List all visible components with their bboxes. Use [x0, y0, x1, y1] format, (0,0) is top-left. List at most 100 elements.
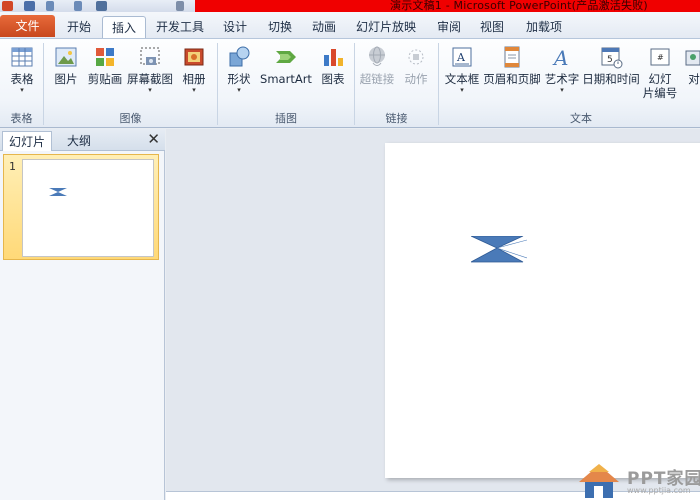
- tab-design[interactable]: 设计: [214, 16, 256, 38]
- slide-editor: [166, 129, 700, 491]
- clipart-button[interactable]: 剪贴画: [86, 43, 124, 86]
- group-label-images: 图像: [119, 112, 142, 125]
- ribbon-tabs: 文件 开始 插入 开发工具 设计 切换 动画 幻灯片放映 审阅 视图 加载项: [0, 12, 700, 38]
- dropdown-arrow-icon: ▾: [237, 86, 241, 94]
- object-icon: [682, 45, 700, 69]
- action-button[interactable]: 动作: [399, 43, 433, 86]
- tab-slides[interactable]: 幻灯片: [2, 131, 52, 151]
- qat-more-icon[interactable]: [176, 1, 184, 11]
- svg-text:5: 5: [607, 55, 613, 65]
- slide-number: 1: [9, 160, 16, 173]
- calendar-icon: 5: [599, 45, 623, 69]
- hyperlink-icon: [365, 45, 389, 69]
- tab-animations[interactable]: 动画: [303, 16, 345, 38]
- picture-icon: [54, 45, 78, 69]
- dropdown-arrow-icon: ▾: [148, 86, 152, 94]
- clipart-icon: [93, 45, 117, 69]
- shapes-icon: [227, 45, 251, 69]
- table-button[interactable]: 表格 ▾: [4, 43, 40, 95]
- hyperlink-label: 超链接: [359, 72, 395, 86]
- watermark-url: www.pptjia.com: [627, 486, 691, 495]
- header-footer-icon: [500, 45, 524, 69]
- wordart-label: 艺术字: [544, 72, 580, 86]
- object-label: 对: [688, 72, 700, 86]
- smartart-icon: [274, 45, 298, 69]
- dropdown-arrow-icon: ▾: [192, 86, 196, 94]
- tab-addins[interactable]: 加载项: [517, 16, 571, 38]
- textbox-icon: A: [450, 45, 474, 69]
- app-icon[interactable]: [2, 1, 13, 11]
- undo-icon[interactable]: [46, 1, 54, 11]
- slide-thumbnail-selected[interactable]: 1: [3, 154, 159, 260]
- group-label-text: 文本: [570, 112, 592, 125]
- tab-view[interactable]: 视图: [471, 16, 513, 38]
- svg-text:#: #: [657, 53, 664, 62]
- header-footer-button[interactable]: 页眉和页脚: [483, 43, 541, 86]
- close-icon[interactable]: ✕: [147, 130, 160, 148]
- slide-number-icon: #: [648, 45, 672, 69]
- shapes-label: 形状: [227, 72, 251, 86]
- panel-tabs: 幻灯片 大纲 ✕: [0, 129, 165, 151]
- watermark-logo: PPT家园 www.pptjia.com: [575, 462, 700, 500]
- print-icon[interactable]: [96, 1, 107, 11]
- quick-access-toolbar: [0, 0, 195, 12]
- screenshot-icon: [138, 45, 162, 69]
- redo-icon[interactable]: [74, 1, 82, 11]
- datetime-label: 日期和时间: [582, 72, 640, 86]
- group-label-illustrations: 插图: [275, 112, 297, 125]
- thumbnail-bowtie-shape: [49, 188, 67, 196]
- textbox-button[interactable]: A 文本框 ▾: [442, 43, 482, 95]
- tab-transitions[interactable]: 切换: [258, 16, 302, 38]
- screenshot-button[interactable]: 屏幕截图 ▾: [125, 43, 175, 95]
- slide-number-button[interactable]: # 幻灯 片编号: [641, 43, 679, 100]
- slide-canvas[interactable]: [385, 143, 700, 478]
- slide-number-label-line1: 幻灯: [648, 72, 672, 86]
- svg-text:A: A: [552, 46, 568, 69]
- object-button[interactable]: 对: [682, 43, 700, 86]
- ribbon-insert: 表格 ▾ 表格 图片 剪贴画 屏幕截图 ▾ 相册 ▾ 图像 形状 ▾ Smart…: [0, 38, 700, 128]
- slide-thumbnail[interactable]: [22, 159, 154, 257]
- tab-outline[interactable]: 大纲: [54, 131, 104, 151]
- title-bar: 演示文稿1 - Microsoft PowerPoint(产品激活失败): [0, 0, 700, 12]
- hyperlink-button[interactable]: 超链接: [357, 43, 397, 86]
- tab-review[interactable]: 审阅: [428, 16, 470, 38]
- dropdown-arrow-icon: ▾: [460, 86, 464, 94]
- tab-file[interactable]: 文件: [0, 15, 55, 37]
- tab-home[interactable]: 开始: [58, 16, 100, 38]
- album-label: 相册: [182, 72, 206, 86]
- textbox-label: 文本框: [444, 72, 480, 86]
- save-icon[interactable]: [24, 1, 35, 11]
- chart-label: 图表: [321, 72, 345, 86]
- shapes-button[interactable]: 形状 ▾: [222, 43, 256, 95]
- group-label-links: 链接: [385, 112, 408, 125]
- dropdown-arrow-icon: ▾: [20, 86, 24, 94]
- datetime-button[interactable]: 5 日期和时间: [582, 43, 640, 86]
- action-icon: [404, 45, 428, 69]
- table-icon: [10, 45, 34, 69]
- picture-button[interactable]: 图片: [48, 43, 84, 86]
- picture-label: 图片: [54, 72, 78, 86]
- clipart-label: 剪贴画: [87, 72, 123, 86]
- slides-panel: 幻灯片 大纲 ✕ 1: [0, 129, 165, 500]
- chart-button[interactable]: 图表: [316, 43, 350, 86]
- bowtie-shape[interactable]: [471, 236, 527, 264]
- screenshot-label: 屏幕截图: [127, 72, 173, 86]
- svg-text:A: A: [456, 51, 466, 64]
- chart-icon: [321, 45, 345, 69]
- tab-slideshow[interactable]: 幻灯片放映: [347, 16, 425, 38]
- group-label-tables: 表格: [10, 112, 33, 125]
- album-icon: [182, 45, 206, 69]
- house-icon: [579, 464, 619, 498]
- action-label: 动作: [404, 72, 428, 86]
- window-title: 演示文稿1 - Microsoft PowerPoint(产品激活失败): [390, 0, 648, 12]
- slide-number-label-line2: 片编号: [642, 86, 678, 100]
- wordart-icon: A: [550, 45, 574, 70]
- dropdown-arrow-icon: ▾: [560, 86, 564, 94]
- wordart-button[interactable]: A 艺术字 ▾: [543, 43, 581, 95]
- header-footer-label: 页眉和页脚: [483, 72, 541, 86]
- table-label: 表格: [10, 72, 34, 86]
- smartart-button[interactable]: SmartArt: [258, 43, 314, 86]
- tab-insert[interactable]: 插入: [102, 16, 146, 38]
- tab-developer[interactable]: 开发工具: [150, 16, 210, 38]
- album-button[interactable]: 相册 ▾: [176, 43, 212, 95]
